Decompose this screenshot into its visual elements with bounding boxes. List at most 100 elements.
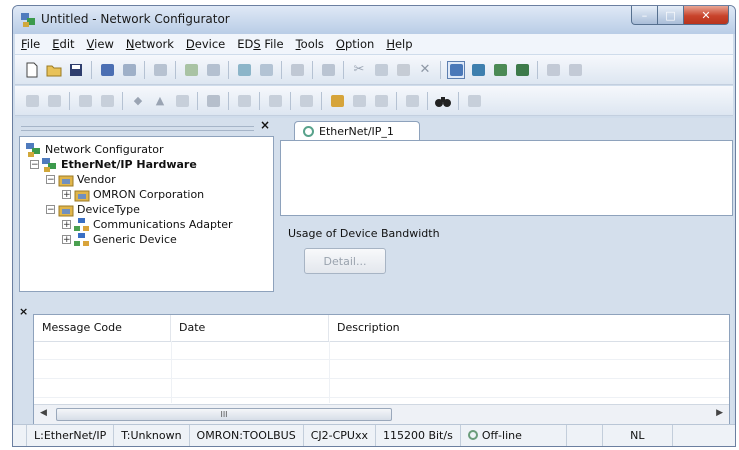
delete-button[interactable]: ✕	[416, 61, 434, 79]
disconnect-button[interactable]	[204, 61, 222, 79]
column-description[interactable]: Description	[329, 315, 735, 341]
tool-button-1[interactable]	[23, 92, 41, 110]
menu-edit[interactable]: Edit	[46, 37, 80, 51]
menu-device[interactable]: Device	[180, 37, 231, 51]
network-view-button[interactable]	[469, 61, 487, 79]
tree-node-devicetype[interactable]: − DeviceType	[46, 202, 140, 217]
tool-button-14[interactable]	[372, 92, 390, 110]
tool-button-11[interactable]	[297, 92, 315, 110]
table-row[interactable]	[34, 360, 729, 379]
tree-node-hardware[interactable]: − EtherNet/IP Hardware	[30, 157, 197, 172]
collapse-icon[interactable]: −	[46, 175, 55, 185]
tool-button-9[interactable]	[235, 92, 253, 110]
find-button[interactable]	[434, 92, 452, 110]
tree-node-generic-device[interactable]: + Generic Device	[62, 232, 177, 247]
tool-button-17[interactable]	[465, 92, 483, 110]
open-folder-icon	[46, 65, 62, 76]
monitor-icon	[237, 63, 251, 76]
tree-root[interactable]: Network Configurator	[26, 142, 164, 157]
column-message-code[interactable]: Message Code	[34, 315, 171, 341]
reset-icon	[321, 63, 335, 76]
monitor-button[interactable]	[235, 61, 253, 79]
tree-node-vendor[interactable]: − Vendor	[46, 172, 116, 187]
tool-button-8[interactable]	[204, 92, 222, 110]
tool-button-7[interactable]	[173, 92, 191, 110]
monitor-stop-button[interactable]	[257, 61, 275, 79]
scroll-thumb[interactable]: III	[56, 408, 392, 421]
tool-button-10[interactable]	[266, 92, 284, 110]
save-button[interactable]	[67, 61, 85, 79]
new-file-button[interactable]	[23, 61, 41, 79]
tool-button-4[interactable]	[98, 92, 116, 110]
table-row[interactable]	[34, 341, 729, 360]
download-button[interactable]	[120, 61, 138, 79]
scroll-right-icon[interactable]: ▶	[716, 408, 723, 418]
expand-icon[interactable]: +	[62, 235, 71, 245]
tool-button-3[interactable]	[76, 92, 94, 110]
close-button[interactable]: ✕	[684, 6, 729, 25]
disabled-tool-icon	[352, 94, 366, 107]
parameter-button[interactable]	[288, 61, 306, 79]
connect-button[interactable]	[182, 61, 200, 79]
tree-node-comm-adapter[interactable]: + Communications Adapter	[62, 217, 233, 232]
column-date[interactable]: Date	[171, 315, 329, 341]
detail-button[interactable]: Detail...	[304, 248, 386, 274]
io-table-button[interactable]	[513, 61, 531, 79]
menu-option[interactable]: Option	[330, 37, 380, 51]
reset-button[interactable]	[319, 61, 337, 79]
io-table-icon	[515, 63, 529, 76]
tab-ethernet-ip-1[interactable]: EtherNet/IP_1	[294, 121, 420, 141]
window-title: Untitled - Network Configurator	[41, 12, 230, 26]
network-canvas[interactable]	[280, 140, 733, 216]
minimize-icon: –	[641, 8, 648, 22]
menu-network[interactable]: Network	[120, 37, 180, 51]
paste-button[interactable]	[394, 61, 412, 79]
collapse-icon[interactable]: −	[46, 205, 55, 215]
maximize-button[interactable]: □	[658, 6, 684, 25]
network-configurator-icon	[26, 142, 40, 157]
menu-view[interactable]: View	[81, 37, 120, 51]
scroll-left-icon[interactable]: ◀	[40, 408, 47, 418]
large-icon-view-button[interactable]	[447, 60, 465, 79]
tool-button-2[interactable]	[45, 92, 63, 110]
device-table-icon	[493, 63, 507, 76]
toolbar-separator	[427, 91, 428, 110]
expand-icon[interactable]: +	[62, 190, 71, 200]
menu-file[interactable]: File	[15, 37, 46, 51]
tool-button-6[interactable]: ▲	[151, 92, 169, 110]
close-log-icon[interactable]: ×	[19, 305, 28, 318]
tool-button-15[interactable]	[403, 92, 421, 110]
tree-node-omron[interactable]: + OMRON Corporation	[62, 187, 204, 202]
horizontal-scrollbar[interactable]: ◀ III ▶	[34, 404, 729, 425]
compare-button[interactable]	[544, 61, 562, 79]
copy-button[interactable]	[372, 61, 390, 79]
tool-button-5[interactable]: ◆	[129, 92, 147, 110]
offline-status-icon	[467, 430, 478, 440]
collapse-icon[interactable]: −	[30, 160, 39, 170]
menu-tools[interactable]: Tools	[290, 37, 330, 51]
device-table-button[interactable]	[491, 61, 509, 79]
minimize-button[interactable]: –	[631, 6, 658, 25]
table-row[interactable]	[34, 379, 729, 398]
cut-button[interactable]: ✂	[350, 61, 368, 79]
online-button[interactable]	[328, 92, 346, 110]
save-disk-icon	[70, 63, 82, 76]
large-icon-view-icon	[449, 63, 463, 76]
menu-eds-file[interactable]: EDS File	[231, 37, 289, 51]
network-configurator-app-icon[interactable]	[20, 12, 36, 28]
tool-button-13[interactable]	[350, 92, 368, 110]
verify-button[interactable]	[566, 61, 584, 79]
close-pane-icon[interactable]: ×	[260, 118, 270, 132]
open-button[interactable]	[45, 61, 63, 79]
menu-help[interactable]: Help	[380, 37, 418, 51]
status-connection: Off-line	[461, 425, 567, 446]
pane-grip[interactable]	[21, 126, 254, 131]
upload-button[interactable]	[98, 61, 116, 79]
wizard-button[interactable]	[151, 61, 169, 79]
expand-icon[interactable]: +	[62, 220, 71, 230]
tree-hardware-label: EtherNet/IP Hardware	[61, 158, 197, 171]
delete-icon: ✕	[419, 62, 431, 77]
close-icon: ✕	[701, 8, 711, 22]
monitor-stop-icon	[259, 63, 273, 76]
status-connection-label: Off-line	[481, 429, 522, 442]
